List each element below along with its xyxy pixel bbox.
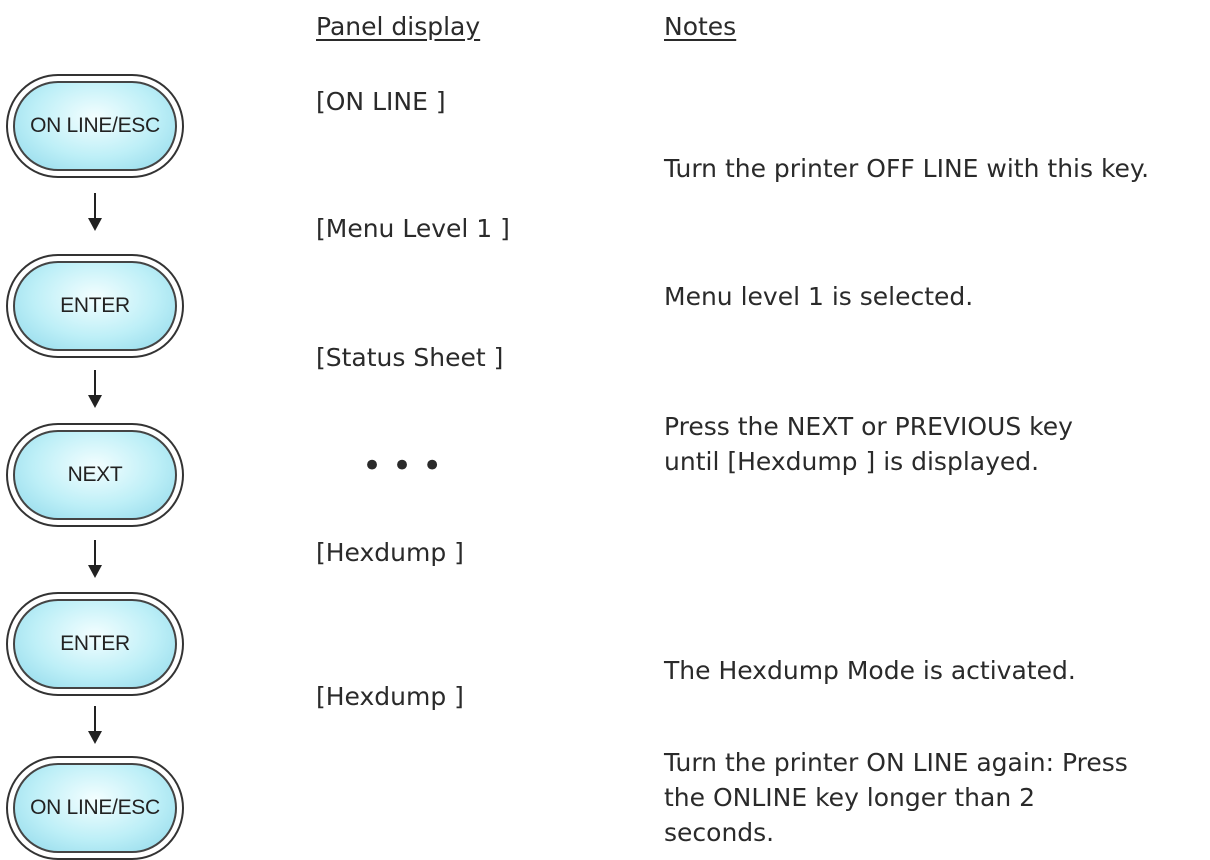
note-next-previous: Press the NEXT or PREVIOUS key until [He… xyxy=(664,412,1073,476)
arrow-down-icon xyxy=(88,540,102,578)
panel-display-hexdump: [Hexdump ] xyxy=(316,682,464,711)
arrow-down-icon xyxy=(88,706,102,744)
next-key[interactable]: NEXT xyxy=(6,423,184,527)
enter-key-label: ENTER xyxy=(13,599,177,689)
online-esc-key[interactable]: ON LINE/ESC xyxy=(6,756,184,860)
note-online-again: Turn the printer ON LINE again: Press th… xyxy=(664,748,1128,847)
panel-display-online: [ON LINE ] xyxy=(316,87,446,116)
panel-display-hexdump: [Hexdump ] xyxy=(316,538,464,567)
panel-display-menu-level-1: [Menu Level 1 ] xyxy=(316,214,510,243)
arrow-down-icon xyxy=(88,193,102,231)
online-esc-key-label: ON LINE/ESC xyxy=(13,81,177,171)
panel-display-status-sheet: [Status Sheet ] xyxy=(316,343,504,372)
ellipsis-dots: ••• xyxy=(362,446,453,486)
online-esc-key[interactable]: ON LINE/ESC xyxy=(6,74,184,178)
note-menu-level-selected: Menu level 1 is selected. xyxy=(664,282,974,311)
notes-header: Notes xyxy=(664,12,737,41)
note-hexdump-activated: The Hexdump Mode is activated. xyxy=(664,656,1076,685)
next-key-label: NEXT xyxy=(13,430,177,520)
enter-key[interactable]: ENTER xyxy=(6,254,184,358)
note-offline: Turn the printer OFF LINE with this key. xyxy=(664,154,1150,183)
enter-key[interactable]: ENTER xyxy=(6,592,184,696)
enter-key-label: ENTER xyxy=(13,261,177,351)
arrow-down-icon xyxy=(88,370,102,408)
online-esc-key-label: ON LINE/ESC xyxy=(13,763,177,853)
panel-display-header: Panel display xyxy=(316,12,481,41)
